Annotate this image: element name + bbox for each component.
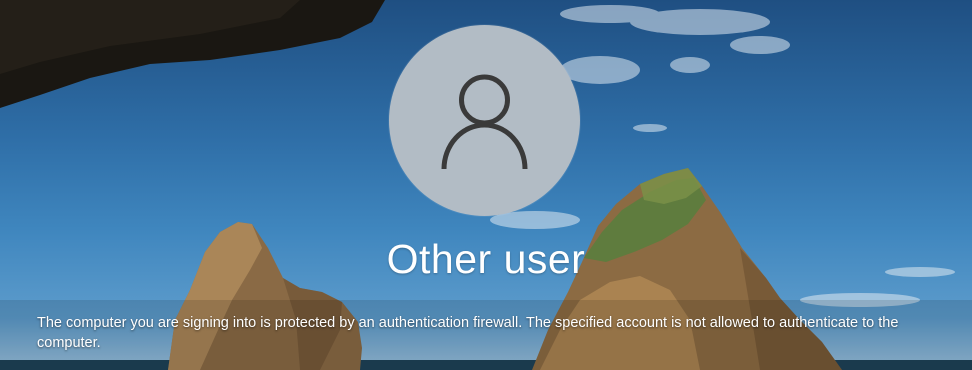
user-avatar[interactable] xyxy=(389,25,580,216)
error-message: The computer you are signing into is pro… xyxy=(37,315,899,351)
user-name: Other user xyxy=(386,236,586,282)
lock-screen: Other user The computer you are signing … xyxy=(0,0,972,370)
user-icon xyxy=(441,74,528,170)
